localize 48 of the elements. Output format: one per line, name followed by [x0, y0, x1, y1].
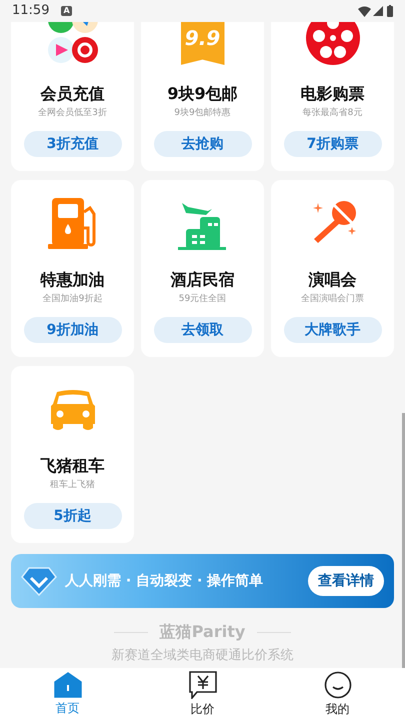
price-chat-icon	[188, 671, 216, 699]
service-title: 9块9包邮	[167, 84, 238, 104]
action-button[interactable]: 3折充值	[24, 131, 122, 157]
action-button[interactable]: 去领取	[154, 317, 252, 343]
action-button[interactable]: 7折购票	[284, 131, 382, 157]
service-card[interactable]: 会员充值 全网会员低至3折 3折充值	[11, 22, 134, 171]
price-tag-icon: 9.9	[180, 22, 224, 65]
service-subtitle: 全国演唱会门票	[301, 293, 364, 305]
service-card[interactable]: 电影购票 每张最高省8元 7折购票	[271, 22, 394, 171]
service-title: 会员充值	[40, 84, 104, 104]
tab-item[interactable]: 首页	[0, 668, 135, 721]
notification-icon: A	[61, 6, 72, 16]
brand-name: 蓝猫Parity	[160, 621, 246, 643]
action-button[interactable]: 5折起	[24, 503, 122, 529]
service-subtitle: 59元住全国	[178, 293, 226, 305]
service-subtitle: 9块9包邮特惠	[174, 107, 231, 119]
brand-tagline: 新赛道全域类电商硬通比价系统	[110, 647, 294, 665]
home-icon	[54, 672, 82, 698]
service-title: 飞猪租车	[40, 456, 104, 476]
action-button[interactable]: 大牌歌手	[284, 317, 382, 343]
banner-text: 人人刚需 · 自动裂变 · 操作简单	[65, 572, 264, 590]
car-icon	[48, 388, 96, 432]
service-subtitle: 全国加油9折起	[42, 293, 102, 305]
tab-item[interactable]: 我的	[270, 668, 405, 721]
action-button[interactable]: 9折加油	[24, 317, 122, 343]
battery-icon	[387, 5, 393, 17]
service-card[interactable]: 酒店民宿 59元住全国 去领取	[141, 180, 264, 357]
service-card[interactable]: 演唱会 全国演唱会门票 大牌歌手	[271, 180, 394, 357]
service-card[interactable]: 9.9 9块9包邮 9块9包邮特惠 去抢购	[141, 22, 264, 171]
promo-banner[interactable]: 人人刚需 · 自动裂变 · 操作简单 查看详情	[11, 554, 394, 608]
smile-icon	[324, 671, 352, 699]
action-button[interactable]: 去抢购	[154, 131, 252, 157]
fuel-pump-icon	[48, 198, 98, 250]
tab-item[interactable]: 比价	[135, 668, 270, 721]
details-button[interactable]: 查看详情	[308, 566, 384, 596]
signal-icon	[373, 6, 383, 16]
service-title: 电影购票	[300, 84, 364, 104]
service-title: 酒店民宿	[170, 270, 234, 290]
service-title: 特惠加油	[40, 270, 104, 290]
service-card[interactable]: 飞猪租车 租车上飞猪 5折起	[11, 366, 134, 543]
service-subtitle: 租车上飞猪	[50, 479, 95, 491]
service-title: 演唱会	[308, 270, 356, 290]
diamond-icon	[21, 566, 57, 596]
service-subtitle: 全网会员低至3折	[38, 107, 107, 119]
status-time: 11:59	[12, 2, 50, 20]
service-subtitle: 每张最高省8元	[302, 107, 362, 119]
service-card[interactable]: 特惠加油 全国加油9折起 9折加油	[11, 180, 134, 357]
wifi-icon	[358, 6, 371, 16]
